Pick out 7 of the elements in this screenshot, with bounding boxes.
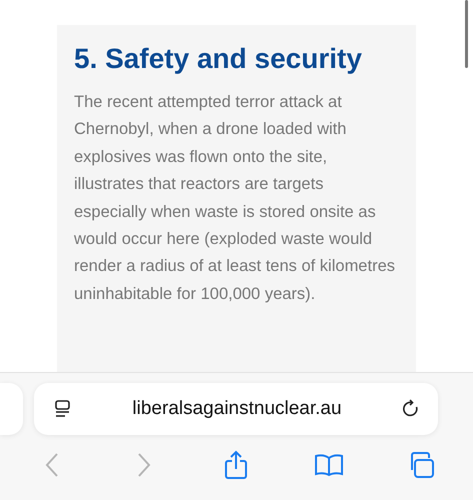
book-icon[interactable] <box>314 452 344 476</box>
share-icon[interactable] <box>224 450 248 480</box>
url-text: liberalsagainstnuclear.au <box>132 398 342 420</box>
section-heading: 5. Safety and security <box>74 42 363 76</box>
address-bar[interactable]: liberalsagainstnuclear.au <box>34 383 438 435</box>
scrollbar[interactable] <box>465 0 468 68</box>
paragraph: The recent attempted terror attack at Chernobyl, when a drone loaded with explosives was flown onto the site, illustrates that reactors are targets especially when waste is stored onsite as would occur here (exploded waste would render a radius of at least tens of kilometres uninhabitable for 100,000 years). <box>74 92 396 305</box>
